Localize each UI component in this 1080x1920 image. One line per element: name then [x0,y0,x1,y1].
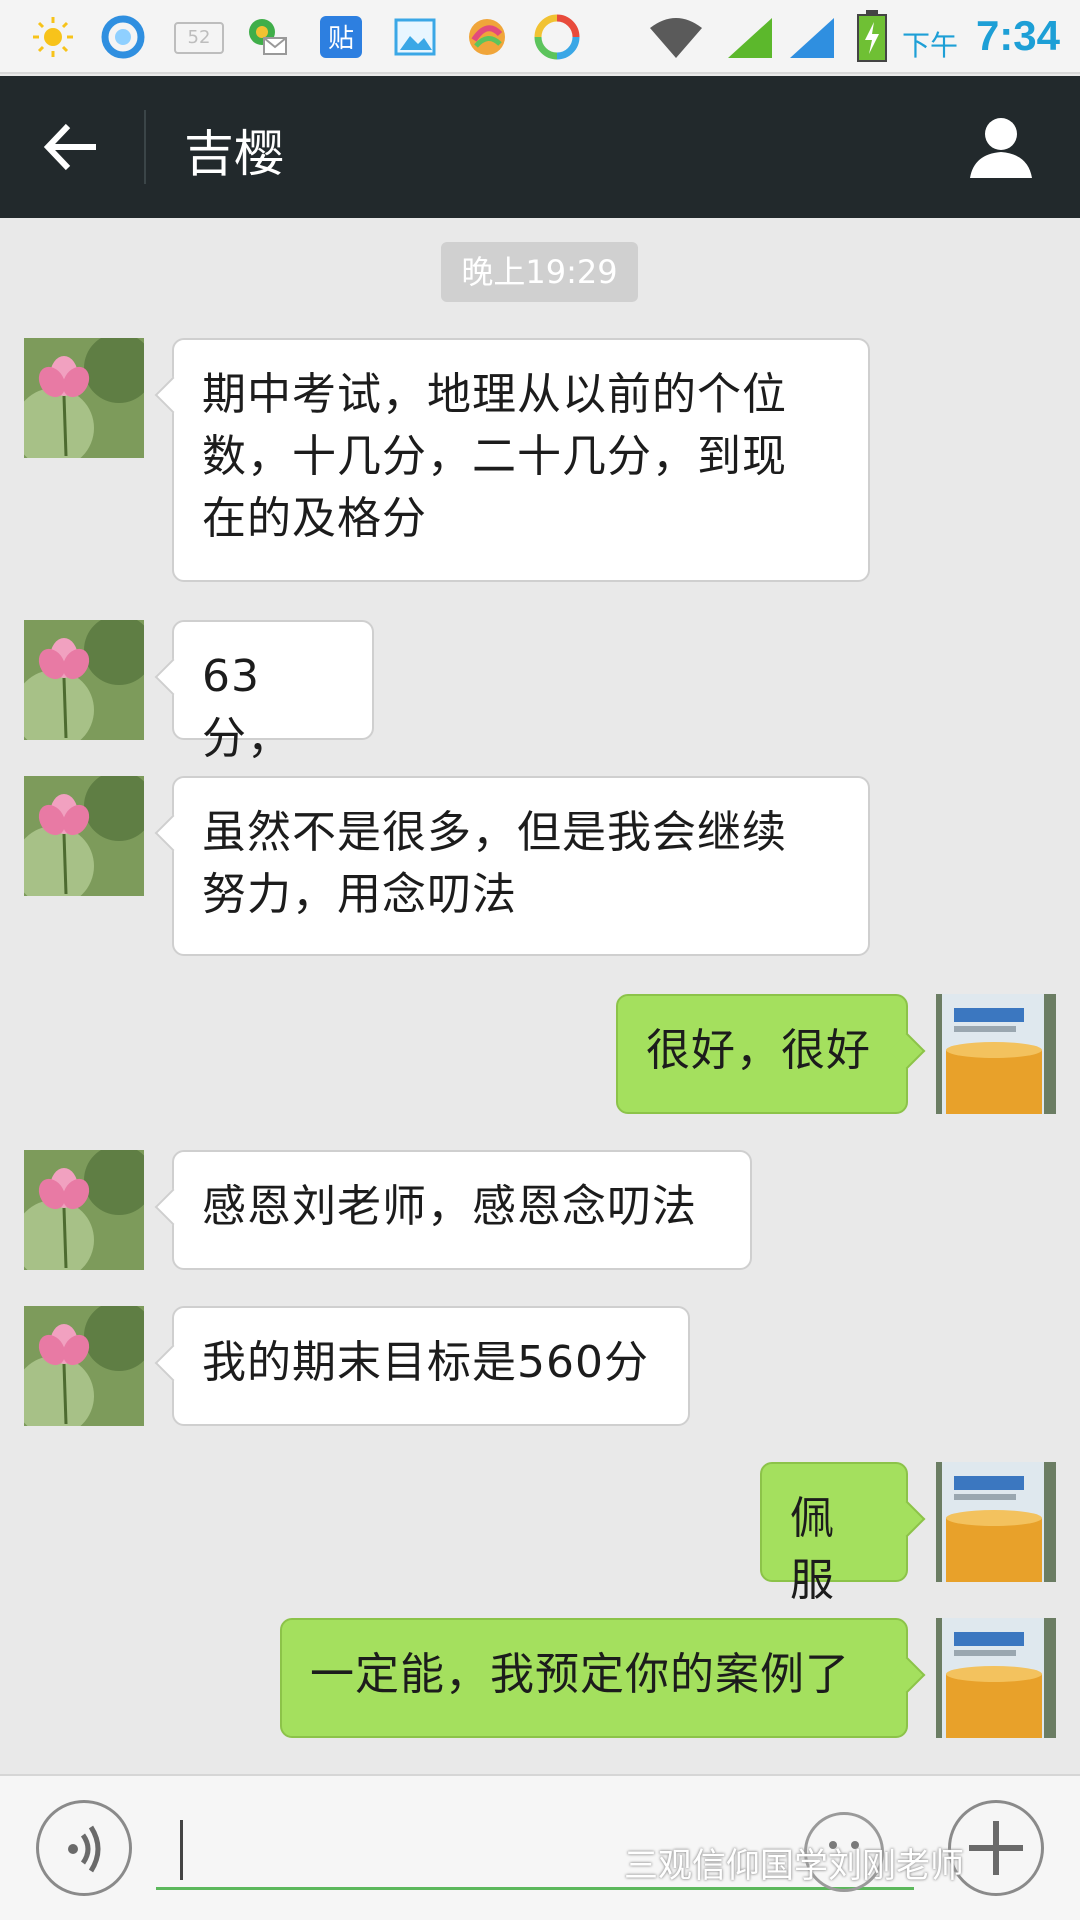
message-line: 一定能，我预定你的案例了 [310,1649,850,1700]
book-avatar-icon [936,1462,1056,1582]
avatar[interactable] [24,1150,144,1270]
wifi-icon [650,18,702,58]
lotus-avatar-icon [24,1150,144,1270]
title-divider [144,110,146,184]
plus-icon [969,1821,1023,1875]
message-bubble-incoming[interactable]: 虽然不是很多，但是我会继续 努力，用念叨法 [172,776,870,956]
lotus-avatar-icon [24,620,144,740]
lotus-avatar-icon [24,1306,144,1426]
text-cursor [180,1820,183,1880]
status-time: 7:34 [975,12,1060,59]
my-avatar[interactable] [936,1618,1056,1738]
message-line: 63分， [202,651,292,764]
message-bubble-incoming[interactable]: 期中考试，地理从以前的个位 数，十几分，二十几分，到现 在的及格分 [172,338,870,582]
signal-icon [728,18,772,58]
my-avatar[interactable] [936,994,1056,1114]
avatar[interactable] [24,338,144,458]
mail-icon [249,19,287,55]
message-line: 努力，用念叨法 [202,869,517,920]
status-bar: 52 贴 下午 7:34 [0,0,1080,74]
browser-icon [101,15,145,59]
message-bubble-outgoing[interactable]: 很好，很好 [616,994,908,1114]
message-line: 很好，很好 [646,1025,871,1076]
watermark-text: 三观信仰国学刘刚老师 [624,1846,964,1886]
book-avatar-icon [936,1618,1056,1738]
voice-button[interactable] [36,1800,132,1896]
message-line: 虽然不是很多，但是我会继续 [202,807,787,858]
message-line: 感恩刘老师，感恩念叨法 [202,1181,697,1232]
tieba-icon: 贴 [320,16,362,58]
lotus-avatar-icon [24,338,144,458]
notif-badge-count: 52 [187,27,211,48]
chat-title: 吉樱 [184,125,284,183]
message-line: 我的期末目标是560分 [202,1337,649,1388]
person-icon[interactable] [966,112,1036,182]
book-avatar-icon [936,994,1056,1114]
app-icon [469,19,505,55]
voice-icon [68,1825,101,1873]
svg-text:贴: 贴 [328,24,354,54]
chat-screen: 52 贴 下午 7:34 吉樱 晚上19:29 期中考试，地理从以前的个位 数，… [0,0,1080,1920]
avatar[interactable] [24,1306,144,1426]
message-line: 在的及格分 [202,493,427,544]
message-bubble-incoming[interactable]: 感恩刘老师，感恩念叨法 [172,1150,752,1270]
battery-charging-icon [857,10,887,62]
status-ampm: 下午 [901,29,958,62]
avatar[interactable] [24,620,144,740]
message-bubble-outgoing[interactable]: 佩服 [760,1462,908,1606]
message-bubble-outgoing[interactable]: 一定能，我预定你的案例了 [280,1618,908,1738]
message-line: 数，十几分，二十几分，到现 [202,431,787,482]
chat-timestamp: 晚上19:29 [441,242,638,302]
sync-icon [534,14,580,60]
message-bubble-incoming[interactable]: 我的期末目标是560分 [172,1306,690,1426]
my-avatar[interactable] [936,1462,1056,1582]
signal-icon [790,18,834,58]
title-bar: 吉樱 [0,76,1080,218]
gallery-icon [394,18,436,56]
message-bubble-incoming[interactable]: 63分， [172,620,374,764]
message-line: 期中考试，地理从以前的个位 [202,369,787,420]
sun-icon [33,17,73,57]
message-line: 佩服 [790,1493,835,1606]
avatar[interactable] [24,776,144,896]
input-bar: 三观信仰国学刘刚老师 [0,1774,1080,1920]
arrow-left-icon[interactable] [36,112,106,182]
notification-52-icon: 52 [174,22,224,54]
lotus-avatar-icon [24,776,144,896]
